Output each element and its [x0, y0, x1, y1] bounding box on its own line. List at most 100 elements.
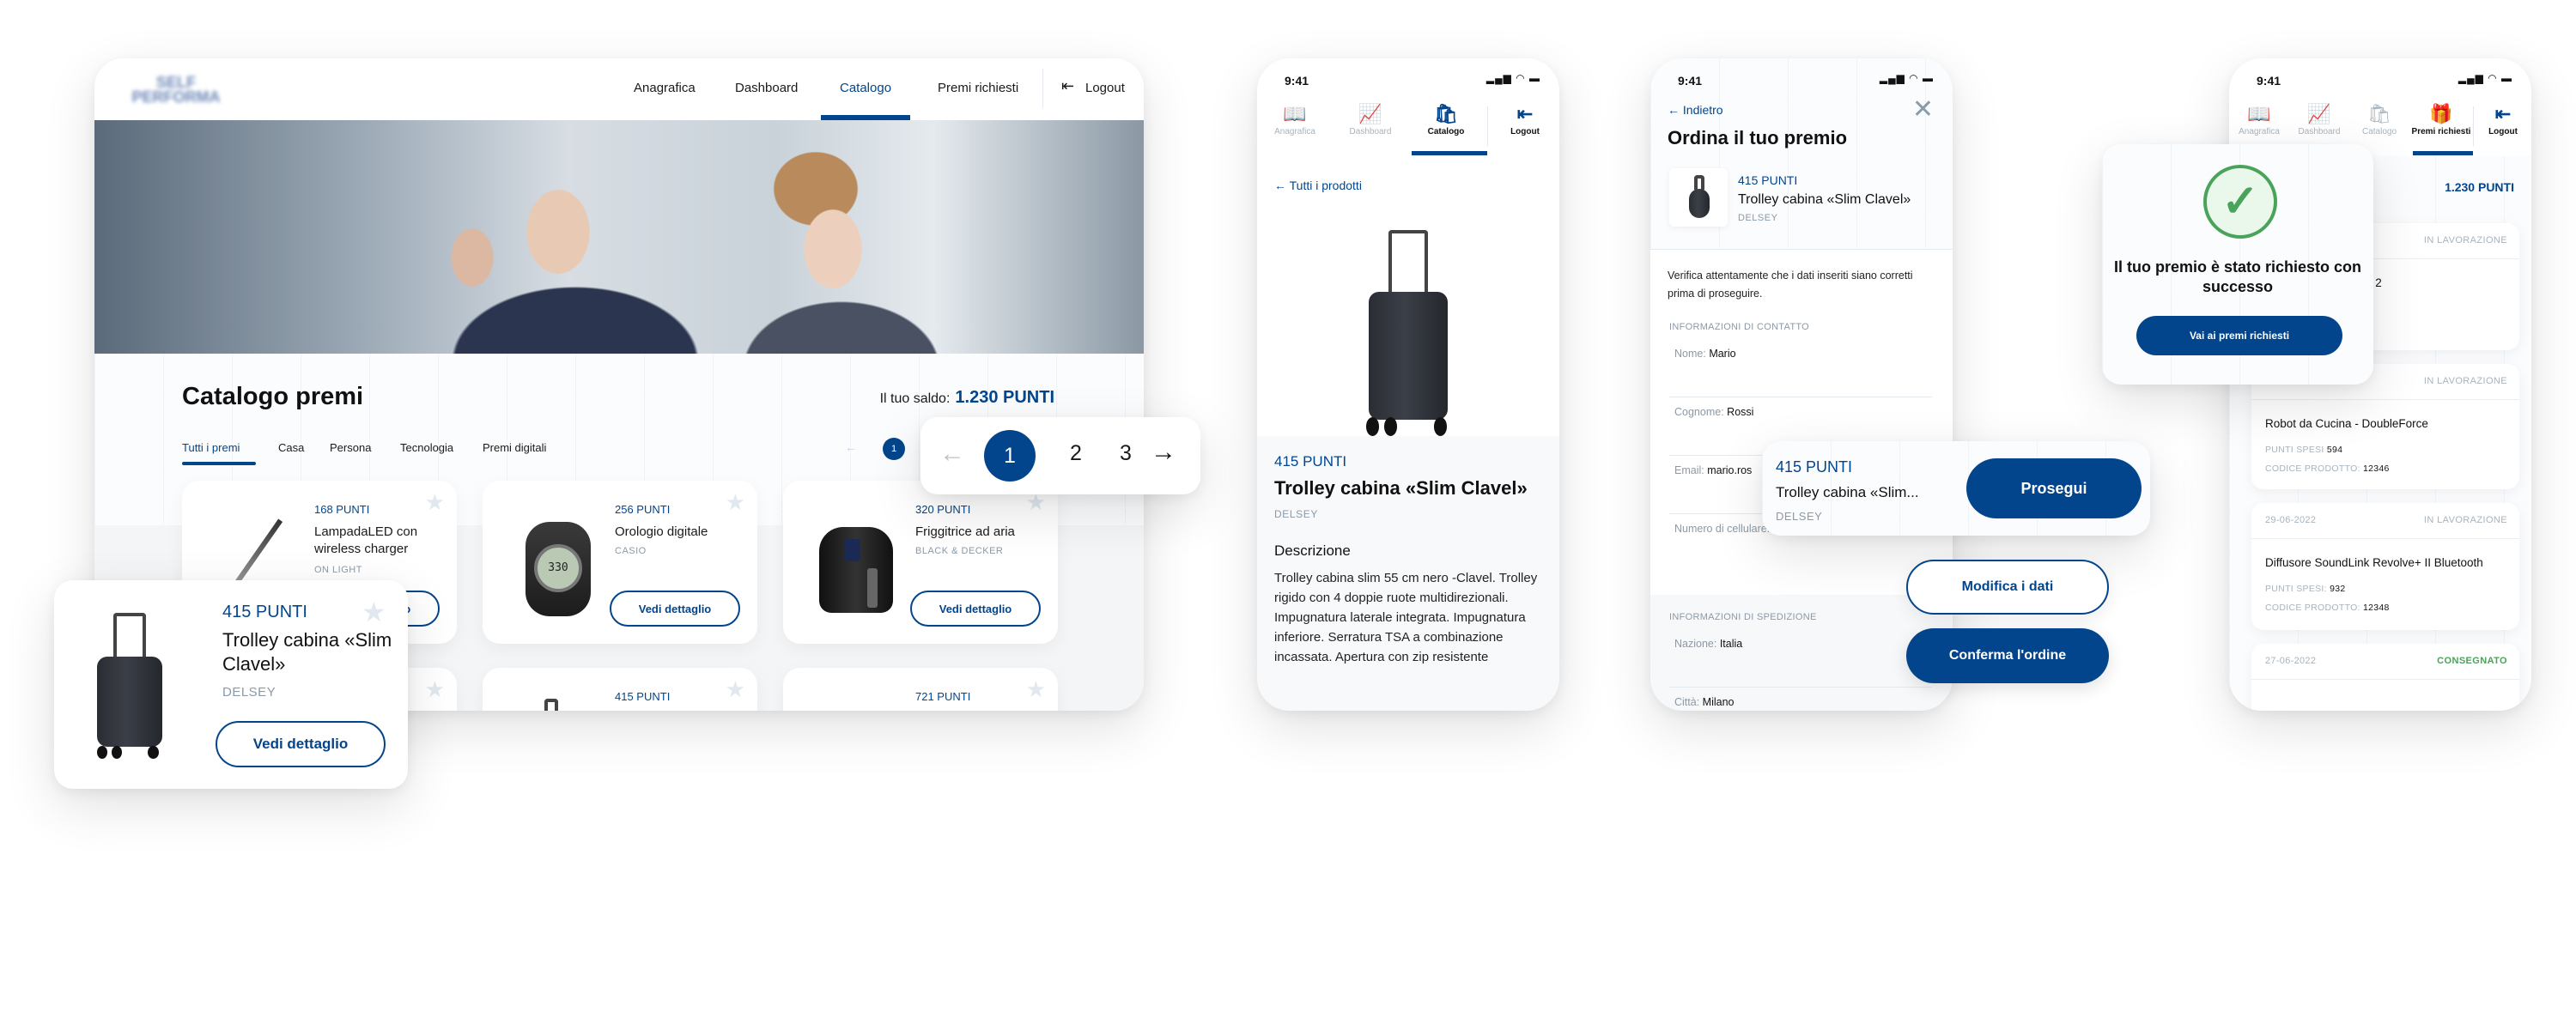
tab-tecnologia[interactable]: Tecnologia — [400, 441, 453, 454]
balance: Il tuo saldo: 1.230 PUNTI — [880, 388, 1054, 408]
tab-label: Catalogo — [1427, 127, 1465, 136]
tab-active-indicator — [2413, 151, 2473, 155]
view-detail-button[interactable]: Vedi dettaglio — [216, 721, 386, 767]
nav-premi-richiesti[interactable]: Premi richiesti — [938, 81, 1018, 95]
pager-page[interactable]: 2 — [1070, 441, 1082, 466]
tab-catalogo[interactable]: 🛍 Catalogo — [1412, 103, 1480, 136]
product-points: 320 PUNTI — [915, 503, 971, 516]
proceed-button[interactable]: Prosegui — [1966, 458, 2142, 518]
success-check-icon: ✓ — [2203, 165, 2277, 239]
favorite-star-icon[interactable]: ★ — [726, 489, 745, 516]
go-to-requested-rewards-button[interactable]: Vai ai premi richiesti — [2136, 316, 2342, 355]
chart-icon: 📈 — [2307, 103, 2331, 124]
logout-icon: ⇤ — [2494, 103, 2512, 124]
verify-instructions: Verifica attentamente che i dati inserit… — [1668, 270, 1913, 300]
tab-label: Logout — [2488, 127, 2518, 136]
shopping-bag-icon: 🛍 — [1434, 103, 1458, 124]
request-title: Robot da Cucina - DoubleForce — [2265, 417, 2428, 430]
request-card[interactable]: 27-06-2022 CONSEGNATO — [2251, 644, 2519, 711]
product-image — [1257, 204, 1559, 436]
featured-product-card[interactable]: ★ 415 PUNTI Trolley cabina «Slim Clavel»… — [54, 580, 408, 789]
status-time: 9:41 — [1678, 74, 1703, 88]
trolley-image — [534, 699, 568, 711]
product-thumbnail — [1669, 168, 1728, 227]
brand-logo[interactable]: SELF PERFORMA — [129, 75, 223, 105]
logout-icon[interactable]: ⇤ — [1061, 77, 1074, 95]
view-detail-button[interactable]: Vedi dettaglio — [910, 591, 1041, 627]
tab-premi-digitali[interactable]: Premi digitali — [483, 441, 546, 454]
mini-pager-current-page[interactable]: 1 — [883, 438, 905, 460]
tab-anagrafica[interactable]: 📖 Anagrafica — [2229, 103, 2289, 136]
tab-logout[interactable]: ⇤ Logout — [1491, 103, 1559, 136]
nav-dashboard[interactable]: Dashboard — [735, 81, 798, 95]
tab-logout[interactable]: ⇤ Logout — [2475, 103, 2531, 136]
mobile-tab-bar: 📖 Anagrafica 📈 Dashboard 🛍 Catalogo ⇤ Logout — [1257, 96, 1559, 156]
description-heading: Descrizione — [1274, 542, 1351, 559]
product-points: 415 PUNTI — [1738, 173, 1798, 187]
favorite-star-icon[interactable]: ★ — [726, 676, 745, 703]
product-card[interactable]: ★ 721 PUNTI — [783, 668, 1058, 711]
back-link[interactable]: ← Indietro — [1668, 103, 1723, 117]
tab-premi-richiesti[interactable]: 🎁 Premi richiesti — [2411, 103, 2471, 136]
balance-value: 1.230 PUNTI — [955, 388, 1054, 407]
mini-pager-prev-arrow-icon[interactable]: ← — [845, 440, 857, 454]
product-points: 168 PUNTI — [314, 503, 370, 516]
product-points: 415 PUNTI — [222, 603, 307, 621]
contact-section-heading: INFORMAZIONI DI CONTATTO — [1669, 322, 1810, 332]
product-card[interactable]: ★ 320 PUNTI Friggitrice ad aria BLACK & … — [783, 481, 1058, 644]
view-detail-button[interactable]: Vedi dettaglio — [610, 591, 740, 627]
tab-anagrafica[interactable]: 📖 Anagrafica — [1261, 103, 1329, 136]
favorite-star-icon[interactable]: ★ — [1026, 676, 1046, 703]
product-card[interactable]: ★ 415 PUNTI — [483, 668, 757, 711]
tab-catalogo[interactable]: 🛍 Catalogo — [2349, 103, 2409, 136]
phone-product-detail: 9:41 ▂▄▆ ◠ ▬ 📖 Anagrafica 📈 Dashboard 🛍 Cat… — [1257, 58, 1559, 711]
status-time: 9:41 — [2257, 74, 2281, 88]
pager-next-arrow-icon[interactable]: → — [1151, 438, 1176, 467]
nav-logout[interactable]: Logout — [1085, 81, 1125, 95]
product-card[interactable]: 330 ★ 256 PUNTI Orologio digitale CASIO … — [483, 481, 757, 644]
status-bar: 9:41 ▂▄▆ ◠ ▬ — [1650, 58, 1953, 96]
product-points: 256 PUNTI — [615, 503, 671, 516]
favorite-star-icon[interactable]: ★ — [361, 596, 386, 628]
product-brand: DELSEY — [1776, 510, 1823, 523]
nav-anagrafica[interactable]: Anagrafica — [634, 81, 696, 95]
pager-page[interactable]: 3 — [1120, 441, 1132, 466]
balance-label: Il tuo saldo: — [879, 391, 951, 406]
tab-casa[interactable]: Casa — [278, 441, 304, 454]
product-points: 415 PUNTI — [615, 690, 671, 703]
request-code: CODICE PRODOTTO: 12348 — [2265, 603, 2390, 613]
book-icon: 📖 — [1283, 103, 1307, 124]
request-status: IN LAVORAZIONE — [2423, 235, 2507, 245]
close-icon[interactable]: ✕ — [1912, 94, 1934, 124]
pager-prev-arrow-icon[interactable]: ← — [939, 439, 965, 469]
tab-dashboard[interactable]: 📈 Dashboard — [2289, 103, 2349, 136]
tab-persona[interactable]: Persona — [330, 441, 371, 454]
pager-current-page[interactable]: 1 — [984, 430, 1036, 482]
request-status: IN LAVORAZIONE — [2423, 376, 2507, 386]
product-name: Trolley cabina «Slim Clavel» — [1738, 192, 1911, 207]
tab-dashboard[interactable]: 📈 Dashboard — [1336, 103, 1405, 136]
edit-data-button[interactable]: Modifica i dati — [1906, 560, 2109, 615]
product-description: Trolley cabina slim 55 cm nero -Clavel. … — [1274, 571, 1538, 664]
favorite-star-icon[interactable]: ★ — [425, 489, 445, 516]
tab-active-indicator — [1412, 151, 1487, 155]
favorite-star-icon[interactable]: ★ — [425, 676, 445, 703]
phone-order-form: 9:41 ▂▄▆ ◠ ▬ ← Indietro ✕ Ordina il tuo … — [1650, 58, 1953, 711]
signal-wifi-battery-icon: ▂▄▆ ◠ ▬ — [1879, 72, 1934, 84]
tab-label: Dashboard — [1349, 127, 1392, 136]
product-points: 415 PUNTI — [1776, 458, 1853, 476]
logout-icon: ⇤ — [1516, 103, 1534, 124]
product-name: Friggitrice ad aria — [915, 524, 1015, 539]
confirm-order-button[interactable]: Conferma l'ordine — [1906, 628, 2109, 683]
nav-catalogo[interactable]: Catalogo — [840, 81, 891, 95]
chart-icon: 📈 — [1358, 103, 1382, 124]
product-brand: DELSEY — [1738, 213, 1778, 223]
request-card[interactable]: 29-06-2022 IN LAVORAZIONE Diffusore Sound… — [2251, 503, 2519, 630]
tab-label: Premi richiesti — [2411, 127, 2471, 136]
tab-tutti-i-premi[interactable]: Tutti i premi — [182, 441, 240, 454]
request-title: Diffusore SoundLink Revolve+ II Bluetoot… — [2265, 556, 2483, 569]
hero-image-team-celebrating — [94, 120, 1144, 354]
book-icon: 📖 — [2247, 103, 2271, 124]
tab-label: Logout — [1510, 127, 1540, 136]
back-to-all-products-link[interactable]: ← Tutti i prodotti — [1274, 179, 1362, 192]
